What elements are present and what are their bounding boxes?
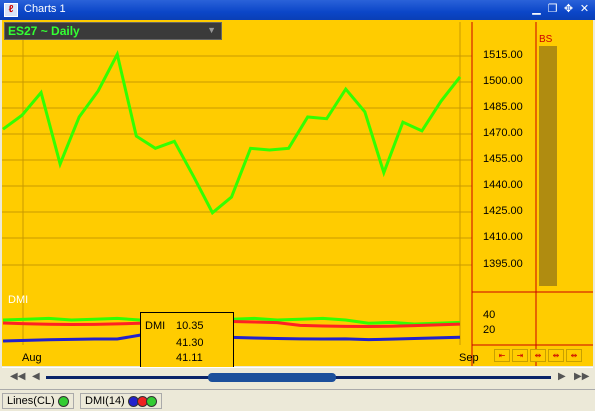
y-tick-label: 1470.00 [483,127,523,139]
green-dot-icon [145,395,157,407]
chart-window: ℓ Charts 1 ▁ ❐ ✥ ✕ ES27 ~ Daily ▼ 1515.0… [0,0,595,411]
lines-indicator[interactable]: Lines(CL) [2,393,74,409]
y-tick-label: 1455.00 [483,153,523,165]
y-tick-label: 1440.00 [483,179,523,191]
bs-label: BS [539,34,553,45]
nav-zoom-button[interactable]: ⇹ [530,349,546,362]
scroll-thumb[interactable] [208,373,336,382]
scroll-right-icon[interactable]: ▶ [558,371,566,382]
scroll-first-icon[interactable]: ◀◀ [10,371,25,382]
y-tick-label: 1410.00 [483,231,523,243]
dmi-tick: 40 [483,309,496,321]
symbol-selector[interactable]: ES27 ~ Daily ▼ [4,22,222,40]
nav-zoom-button[interactable]: ⇹ [548,349,564,362]
x-tick-label: Aug [22,352,42,364]
dmi-indicator[interactable]: DMI(14) [80,393,162,409]
dmi-popup-value: 10.35 [176,320,204,332]
status-bar: Lines(CL) DMI(14) [0,389,595,411]
y-tick-label: 1500.00 [483,75,523,87]
dmi-label: DMI [8,294,29,306]
chevron-down-icon[interactable]: ▼ [207,25,216,35]
nav-last-button[interactable]: ⇥ [512,349,528,362]
green-dot-icon [57,395,69,407]
horizontal-scrollbar[interactable]: ◀◀ ◀ ▶ ▶▶ [2,367,593,388]
dmi-popup-value: 41.30 [176,337,204,349]
dmi-popup-label: DMI [145,320,166,332]
dmi-popup: DMI 10.35 41.30 41.11 [140,312,234,369]
bs-bar [539,46,557,286]
scroll-left-icon[interactable]: ◀ [32,371,40,382]
scroll-last-icon[interactable]: ▶▶ [574,371,589,382]
dmi-tick: 20 [483,324,496,336]
nav-zoom-button[interactable]: ⇹ [566,349,582,362]
y-tick-label: 1395.00 [483,258,523,270]
dmi-status-label: DMI(14) [85,395,125,407]
x-tick-label: Sep [459,352,479,364]
dmi-popup-value: 41.11 [176,352,203,364]
lines-label: Lines(CL) [7,395,55,407]
symbol-label: ES27 ~ Daily [8,24,80,38]
y-tick-label: 1485.00 [483,101,523,113]
nav-first-button[interactable]: ⇤ [494,349,510,362]
y-tick-label: 1425.00 [483,205,523,217]
y-tick-label: 1515.00 [483,49,523,61]
